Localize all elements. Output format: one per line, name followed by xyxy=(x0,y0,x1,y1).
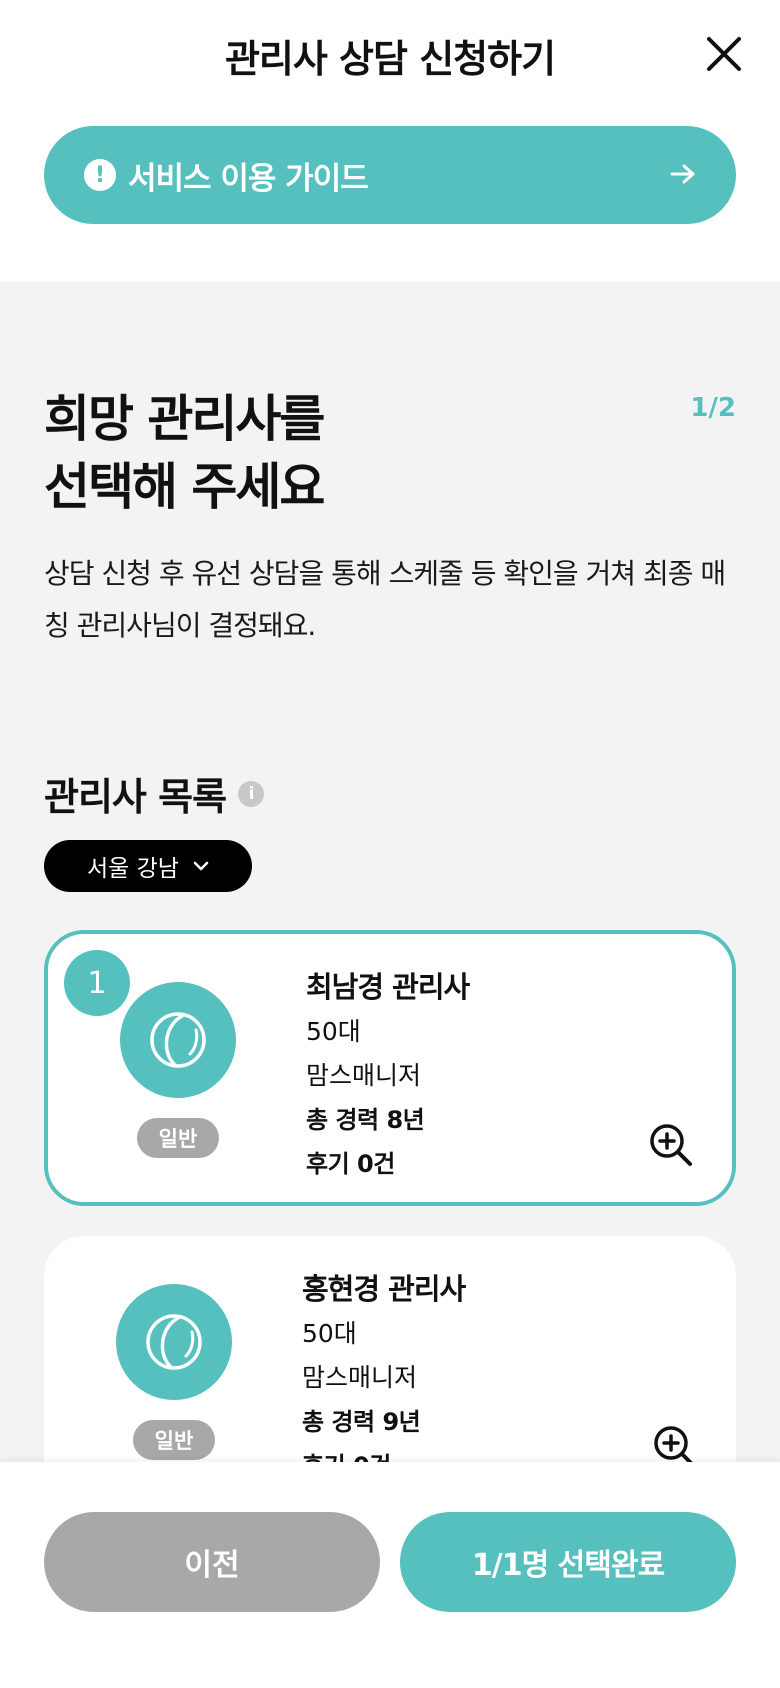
step-title-line1: 희망 관리사를 xyxy=(44,390,325,448)
manager-info: 홍현경 관리사 50대 맘스매니저 총 경력 9년 후기 0건 xyxy=(302,1266,466,1488)
region-value: 서울 강남 xyxy=(87,856,179,882)
zoom-in-icon[interactable] xyxy=(648,1122,694,1168)
service-guide-button[interactable]: ! 서비스 이용 가이드 xyxy=(44,126,736,224)
header: 관리사 상담 신청하기 xyxy=(0,0,780,110)
step-counter: 1/2 xyxy=(690,393,736,423)
manager-age: 50대 xyxy=(302,1319,357,1348)
grade-tag: 일반 xyxy=(137,1118,219,1158)
profile-placeholder-icon xyxy=(146,1314,202,1370)
selection-rank-badge: 1 xyxy=(64,950,130,1016)
page-title: 관리사 상담 신청하기 xyxy=(224,37,556,81)
manager-list-title: 관리사 목록 xyxy=(44,775,227,819)
avatar xyxy=(120,982,236,1098)
region-dropdown[interactable]: 서울 강남 xyxy=(44,840,252,892)
chevron-down-icon xyxy=(193,861,209,871)
step-title-line2: 선택해 주세요 xyxy=(44,458,325,516)
manager-name: 홍현경 관리사 xyxy=(302,1272,466,1306)
grade-tag: 일반 xyxy=(133,1420,215,1460)
manager-info: 최남경 관리사 50대 맘스매니저 총 경력 8년 후기 0건 xyxy=(306,964,470,1186)
exclamation-icon: ! xyxy=(84,159,116,191)
service-guide-label: 서비스 이용 가이드 xyxy=(128,160,369,197)
manager-card[interactable]: 1 일반 최남경 관리사 50대 맘스매니저 총 경력 8년 후기 0건 xyxy=(44,930,736,1206)
step-title: 희망 관리사를 선택해 주세요 xyxy=(44,385,325,521)
manager-name: 최남경 관리사 xyxy=(306,970,470,1004)
manager-role: 맘스매니저 xyxy=(302,1363,418,1392)
arrow-right-icon xyxy=(670,158,696,193)
manager-list-heading: 관리사 목록 i xyxy=(44,766,265,821)
manager-career: 총 경력 8년 xyxy=(306,1106,425,1134)
manager-role: 맘스매니저 xyxy=(306,1061,422,1090)
avatar xyxy=(116,1284,232,1400)
manager-age: 50대 xyxy=(306,1017,361,1046)
profile-placeholder-icon xyxy=(150,1012,206,1068)
step-description: 상담 신청 후 유선 상담을 통해 스케줄 등 확인을 거쳐 최종 매칭 관리사… xyxy=(44,557,726,642)
close-icon[interactable] xyxy=(704,34,744,74)
manager-career: 총 경력 9년 xyxy=(302,1408,421,1436)
previous-button[interactable]: 이전 xyxy=(44,1512,380,1612)
bottom-action-bar: 이전 1/1명 선택완료 xyxy=(0,1462,780,1688)
info-icon[interactable]: i xyxy=(238,780,265,807)
selection-complete-button[interactable]: 1/1명 선택완료 xyxy=(400,1512,736,1612)
manager-reviews: 후기 0건 xyxy=(306,1150,395,1178)
